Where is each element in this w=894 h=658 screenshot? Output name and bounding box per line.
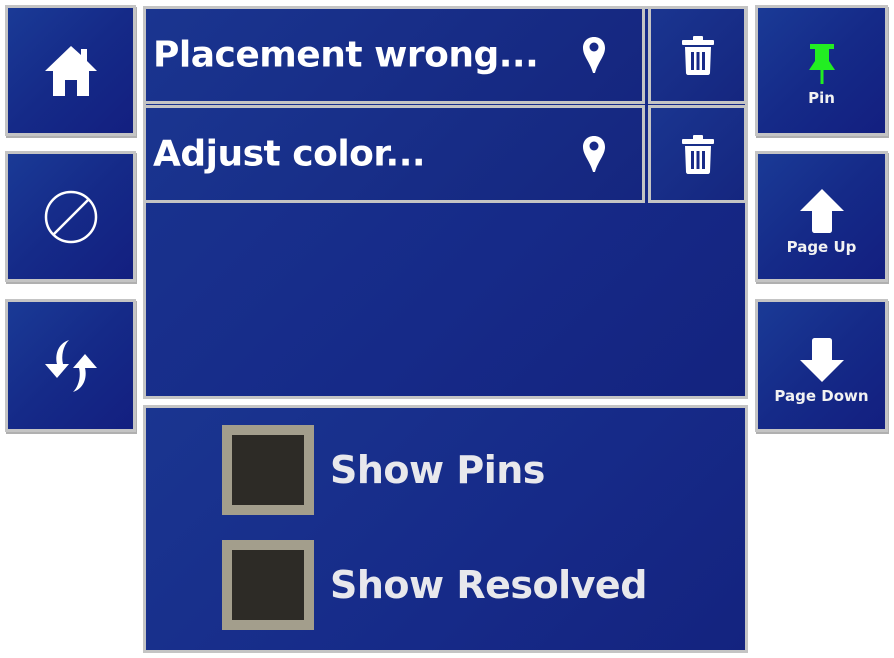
page-down-label: Page Down — [774, 386, 869, 405]
trash-icon — [681, 36, 714, 75]
home-button[interactable] — [5, 5, 136, 136]
map-pin-icon[interactable] — [582, 36, 606, 74]
trash-icon — [681, 135, 714, 174]
filter-panel: Show Pins Show Resolved — [143, 405, 748, 653]
issue-item[interactable]: Placement wrong... — [143, 6, 645, 104]
show-resolved-label: Show Resolved — [330, 563, 647, 607]
show-resolved-checkbox[interactable] — [222, 540, 314, 630]
issue-item[interactable]: Adjust color... — [143, 105, 645, 203]
map-pin-icon[interactable] — [582, 135, 606, 173]
show-resolved-option[interactable]: Show Resolved — [222, 540, 647, 630]
page-up-label: Page Up — [786, 237, 857, 256]
delete-issue-button[interactable] — [648, 105, 747, 203]
home-icon — [44, 45, 97, 96]
page-down-button[interactable]: Page Down — [755, 299, 888, 432]
delete-issue-button[interactable] — [648, 6, 747, 104]
pin-button[interactable]: Pin — [755, 5, 888, 136]
page-up-button[interactable]: Page Up — [755, 151, 888, 282]
prohibited-icon — [44, 190, 97, 243]
pushpin-icon — [808, 43, 835, 84]
show-pins-option[interactable]: Show Pins — [222, 425, 545, 515]
arrow-up-icon — [799, 188, 844, 233]
refresh-icon — [44, 339, 97, 392]
arrow-down-icon — [799, 337, 844, 382]
cancel-button[interactable] — [5, 151, 136, 282]
issue-title: Placement wrong... — [153, 34, 539, 76]
pin-label: Pin — [808, 88, 835, 107]
show-pins-label: Show Pins — [330, 448, 545, 492]
sync-button[interactable] — [5, 299, 136, 432]
issue-title: Adjust color... — [153, 133, 426, 175]
show-pins-checkbox[interactable] — [222, 425, 314, 515]
